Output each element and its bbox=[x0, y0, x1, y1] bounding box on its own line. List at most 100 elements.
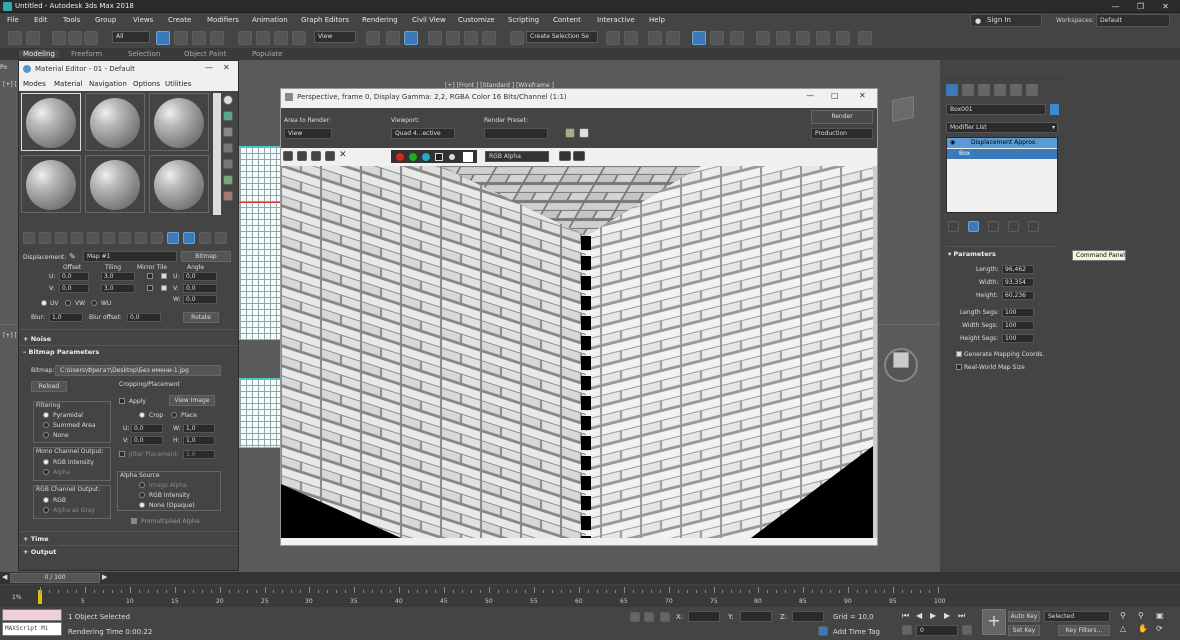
pyramidal-radio[interactable] bbox=[43, 412, 49, 418]
slots-scrollbar[interactable] bbox=[213, 93, 221, 215]
configure-icon[interactable] bbox=[1028, 221, 1039, 232]
add-time-tag[interactable]: Add Time Tag bbox=[833, 628, 880, 636]
viewport-label-persp[interactable]: [+] [ bbox=[3, 332, 17, 339]
bind-space-warp-icon[interactable] bbox=[84, 31, 98, 45]
isolate-icon[interactable] bbox=[630, 612, 640, 622]
parameters-rollout-header[interactable]: ▾ Parameters bbox=[948, 250, 996, 258]
none-opaque-radio[interactable] bbox=[139, 502, 145, 508]
make-unique-icon[interactable] bbox=[988, 221, 999, 232]
rgb-intensity-radio[interactable] bbox=[43, 459, 49, 465]
hierarchy-tab-icon[interactable] bbox=[978, 84, 990, 96]
options-icon[interactable] bbox=[223, 191, 233, 201]
go-forward-sibling-icon[interactable] bbox=[199, 232, 211, 244]
pin-icon[interactable] bbox=[948, 221, 959, 232]
menu-modifiers[interactable]: Modifiers bbox=[207, 16, 239, 24]
menu-tools[interactable]: Tools bbox=[63, 16, 80, 24]
unlink-icon[interactable] bbox=[68, 31, 82, 45]
sign-in-dropdown[interactable]: Sign In ● bbox=[970, 14, 1042, 27]
close-button[interactable]: ✕ bbox=[1153, 0, 1178, 13]
track-bar-icon[interactable]: 1% bbox=[12, 594, 22, 601]
rectangle-select-icon[interactable] bbox=[192, 31, 206, 45]
crop-v-spinner[interactable]: 0,0 bbox=[131, 436, 163, 445]
render-button[interactable]: Render bbox=[811, 110, 873, 124]
uv-radio[interactable] bbox=[41, 300, 47, 306]
none-radio[interactable] bbox=[43, 432, 49, 438]
modify-tab-icon[interactable] bbox=[962, 84, 974, 96]
output-rollout-header[interactable]: + Output bbox=[23, 548, 56, 556]
move-icon[interactable] bbox=[238, 31, 252, 45]
key-selection-dropdown[interactable]: Selected bbox=[1044, 611, 1110, 622]
y-coord-field[interactable] bbox=[740, 611, 772, 622]
pan-icon[interactable]: ✋ bbox=[1138, 624, 1148, 633]
blue-channel-icon[interactable] bbox=[422, 153, 430, 161]
fov-icon[interactable]: △ bbox=[1120, 624, 1126, 633]
render-production-icon[interactable] bbox=[816, 31, 830, 45]
eyedropper-icon[interactable]: ✎ bbox=[69, 252, 76, 261]
put-to-library-icon[interactable] bbox=[119, 232, 131, 244]
environment-icon[interactable] bbox=[565, 128, 575, 138]
pick-material-icon[interactable] bbox=[215, 232, 227, 244]
material-menu-navigation[interactable]: Navigation bbox=[89, 80, 127, 88]
menu-file[interactable]: File bbox=[7, 16, 19, 24]
alpha-channel-icon[interactable] bbox=[435, 153, 443, 161]
copy-material-icon[interactable] bbox=[87, 232, 99, 244]
prev-key-icon[interactable]: ◀ bbox=[916, 611, 922, 620]
reference-coord-dropdown[interactable]: View bbox=[314, 31, 356, 43]
red-channel-icon[interactable] bbox=[396, 153, 404, 161]
bitmap-path-button[interactable]: C:\Users\Фрегат\Desktop\Без имени-1.jpg bbox=[55, 365, 221, 376]
material-menu-utilities[interactable]: Utilities bbox=[165, 80, 191, 88]
keyboard-shortcut-icon[interactable] bbox=[404, 31, 418, 45]
u-tile-checkbox[interactable] bbox=[161, 273, 167, 279]
show-end-result-icon[interactable] bbox=[968, 221, 979, 232]
set-key-big-icon[interactable]: + bbox=[982, 609, 1006, 635]
realworld-checkbox[interactable] bbox=[956, 364, 962, 370]
u-offset-spinner[interactable]: 0,0 bbox=[59, 272, 89, 281]
time-rollout-header[interactable]: + Time bbox=[23, 535, 49, 543]
sample-slot[interactable] bbox=[85, 93, 145, 151]
edit-named-sel-icon[interactable] bbox=[510, 31, 524, 45]
clone-window-icon[interactable] bbox=[311, 151, 321, 161]
green-channel-icon[interactable] bbox=[409, 153, 417, 161]
sample-slot[interactable] bbox=[149, 93, 209, 151]
time-slider[interactable]: 0 / 100 ◀ ▶ bbox=[0, 572, 1180, 584]
color-swatch[interactable] bbox=[463, 152, 473, 162]
jitter-spinner[interactable]: 1,0 bbox=[183, 450, 215, 459]
bitmap-params-rollout-header[interactable]: – Bitmap Parameters bbox=[23, 348, 99, 356]
a360-cloud-icon[interactable] bbox=[858, 31, 872, 45]
save-image-icon[interactable] bbox=[283, 151, 293, 161]
premult-checkbox[interactable] bbox=[131, 518, 137, 524]
motion-tab-icon[interactable] bbox=[994, 84, 1006, 96]
close-icon[interactable]: ✕ bbox=[223, 63, 230, 72]
eye-icon[interactable]: ◉ bbox=[950, 139, 955, 146]
v-offset-spinner[interactable]: 0,0 bbox=[59, 284, 89, 293]
mirror-icon[interactable] bbox=[606, 31, 620, 45]
make-unique-icon[interactable] bbox=[103, 232, 115, 244]
close-icon[interactable]: ✕ bbox=[859, 91, 866, 100]
display-tab-icon[interactable] bbox=[1010, 84, 1022, 96]
jitter-checkbox[interactable] bbox=[119, 451, 125, 457]
orbit-icon[interactable]: ⟳ bbox=[1156, 624, 1163, 633]
material-menu-material[interactable]: Material bbox=[54, 80, 82, 88]
ribbon-tab-modeling[interactable]: Modeling bbox=[19, 50, 59, 58]
auto-key-button[interactable]: Auto Key bbox=[1008, 611, 1040, 622]
undo-icon[interactable] bbox=[8, 31, 22, 45]
menu-graph-editors[interactable]: Graph Editors bbox=[301, 16, 349, 24]
sample-slot[interactable] bbox=[149, 155, 209, 213]
next-frame-icon[interactable]: ▶ bbox=[102, 573, 107, 581]
utilities-tab-icon[interactable] bbox=[1026, 84, 1038, 96]
x-coord-field[interactable] bbox=[688, 611, 720, 622]
menu-group[interactable]: Group bbox=[95, 16, 116, 24]
rotate-button[interactable]: Rotate bbox=[183, 312, 219, 323]
time-config-icon[interactable] bbox=[962, 625, 972, 635]
render-preset-dropdown[interactable] bbox=[484, 128, 548, 139]
assign-material-icon[interactable] bbox=[55, 232, 67, 244]
angle-snap-icon[interactable] bbox=[446, 31, 460, 45]
width-segs-spinner[interactable]: 100 bbox=[1002, 321, 1034, 330]
redo-icon[interactable] bbox=[26, 31, 40, 45]
object-name-field[interactable]: Box001 bbox=[946, 104, 1046, 115]
noise-rollout-header[interactable]: + Noise bbox=[23, 335, 51, 343]
go-to-parent-icon[interactable] bbox=[183, 232, 195, 244]
z-coord-field[interactable] bbox=[792, 611, 824, 622]
rgb-intensity2-radio[interactable] bbox=[139, 492, 145, 498]
create-tab-icon[interactable] bbox=[946, 84, 958, 96]
